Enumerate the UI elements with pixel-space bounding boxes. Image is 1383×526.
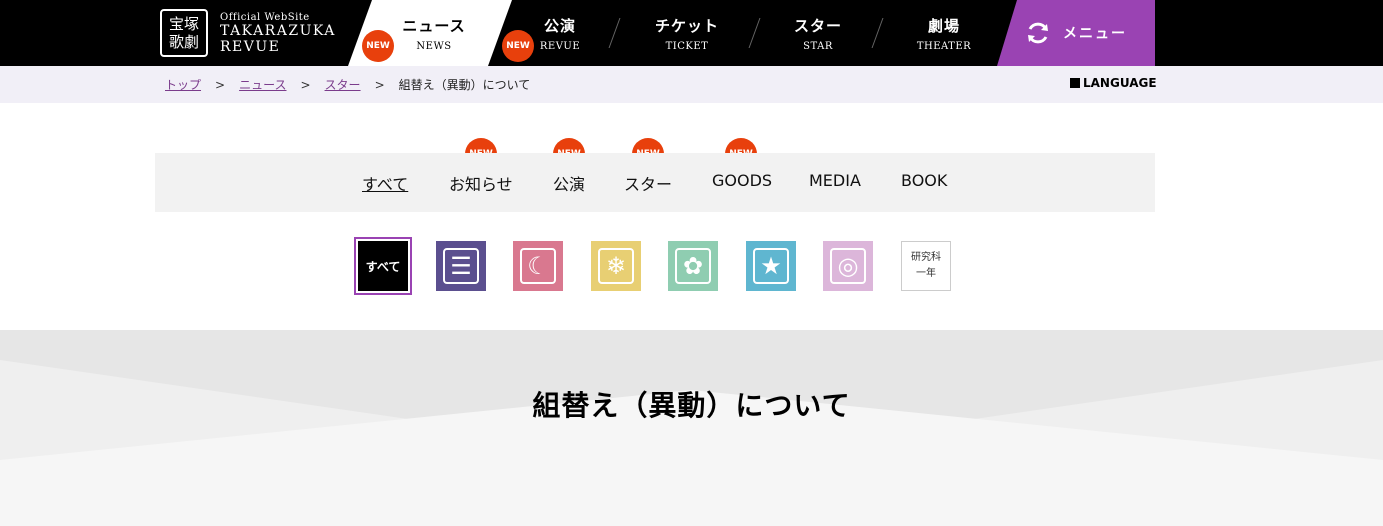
troupe-filter-hana[interactable]: ☰ bbox=[436, 241, 486, 291]
breadcrumb-bar: トップ > ニュース > スター > 組替え（異動）について LANGUAGE bbox=[0, 66, 1383, 103]
refresh-icon bbox=[1028, 22, 1048, 44]
logo-text: Official WebSite TAKARAZUKA REVUE bbox=[220, 12, 336, 55]
troupe-filter-kenkyu[interactable]: 研究科 一年 bbox=[901, 241, 951, 291]
nav-ticket-jp: チケット bbox=[654, 16, 719, 35]
category-tabs: すべて お知らせ 公演 スター GOODS MEDIA BOOK bbox=[155, 153, 1155, 212]
tab-notices[interactable]: お知らせ bbox=[449, 171, 513, 195]
hoshi-troupe-icon: ✿ bbox=[675, 248, 711, 284]
yuki-troupe-icon: ❄ bbox=[598, 248, 634, 284]
breadcrumb-news[interactable]: ニュース bbox=[239, 76, 286, 93]
chevron-down-icon bbox=[1070, 78, 1080, 88]
nav-separator bbox=[748, 18, 761, 48]
troupe-all-label: すべて bbox=[358, 241, 408, 291]
logo-title-line2: REVUE bbox=[220, 38, 281, 55]
breadcrumb-separator: > bbox=[300, 77, 311, 92]
new-badge: NEW bbox=[362, 30, 394, 62]
breadcrumb: トップ > ニュース > スター > 組替え（異動）について bbox=[165, 76, 530, 93]
logo-title-line1: TAKARAZUKA bbox=[220, 22, 336, 39]
troupe-filter-yuki[interactable]: ❄ bbox=[591, 241, 641, 291]
nav-item-news[interactable]: ニュース NEWS bbox=[392, 0, 476, 66]
nav-star-en: STAR bbox=[803, 40, 833, 52]
logo-mark-bottom: 歌劇 bbox=[168, 33, 199, 51]
tab-book[interactable]: BOOK bbox=[901, 171, 947, 190]
nav-revue-jp: 公演 bbox=[543, 16, 576, 35]
nav-item-ticket[interactable]: チケット TICKET bbox=[640, 0, 734, 66]
nav-item-star[interactable]: スター STAR bbox=[782, 0, 854, 66]
site-header: 宝塚 歌劇 Official WebSite TAKARAZUKA REVUE … bbox=[0, 0, 1383, 66]
hana-troupe-icon: ☰ bbox=[443, 248, 479, 284]
kenkyu-label-1: 研究科 bbox=[911, 252, 941, 263]
breadcrumb-separator: > bbox=[374, 77, 385, 92]
logo-mark-top: 宝塚 bbox=[168, 15, 199, 33]
troupe-filter-sora[interactable]: ★ bbox=[746, 241, 796, 291]
nav-item-revue[interactable]: 公演 REVUE bbox=[520, 0, 600, 66]
breadcrumb-separator: > bbox=[215, 77, 226, 92]
site-logo[interactable]: 宝塚 歌劇 Official WebSite TAKARAZUKA REVUE bbox=[160, 8, 336, 58]
breadcrumb-top[interactable]: トップ bbox=[165, 76, 201, 93]
troupe-filter-senka[interactable]: ◎ bbox=[823, 241, 873, 291]
nav-star-jp: スター bbox=[793, 16, 842, 35]
tab-goods[interactable]: GOODS bbox=[712, 171, 772, 190]
senka-icon: ◎ bbox=[830, 248, 866, 284]
nav-revue-en: REVUE bbox=[539, 40, 581, 52]
page-title: 組替え（異動）について bbox=[532, 389, 851, 422]
tsuki-troupe-icon: ☾ bbox=[520, 248, 556, 284]
tab-star[interactable]: スター bbox=[624, 171, 672, 195]
sora-troupe-icon: ★ bbox=[753, 248, 789, 284]
nav-theater-en: THEATER bbox=[916, 40, 972, 52]
logo-subtitle: Official WebSite bbox=[220, 11, 310, 23]
nav-separator bbox=[608, 18, 621, 48]
title-band bbox=[0, 330, 1383, 526]
language-selector[interactable]: LANGUAGE bbox=[1070, 76, 1157, 90]
nav-theater-jp: 劇場 bbox=[927, 16, 960, 35]
troupe-filter-tsuki[interactable]: ☾ bbox=[513, 241, 563, 291]
nav-news-jp: ニュース bbox=[402, 16, 466, 35]
menu-label: メニュー bbox=[1063, 26, 1127, 42]
nav-ticket-en: TICKET bbox=[665, 40, 709, 52]
kenkyu-label-2: 一年 bbox=[916, 268, 936, 279]
nav-separator bbox=[871, 18, 884, 48]
logo-mark: 宝塚 歌劇 bbox=[160, 9, 208, 57]
tab-all[interactable]: すべて bbox=[362, 171, 408, 195]
title-band-background bbox=[0, 330, 1383, 526]
menu-button[interactable]: メニュー bbox=[997, 0, 1155, 66]
new-badge: NEW bbox=[502, 30, 534, 62]
nav-news-en: NEWS bbox=[416, 40, 452, 52]
troupe-filter-hoshi[interactable]: ✿ bbox=[668, 241, 718, 291]
language-label: LANGUAGE bbox=[1083, 76, 1157, 90]
tab-media[interactable]: MEDIA bbox=[809, 171, 861, 190]
breadcrumb-star[interactable]: スター bbox=[325, 76, 361, 93]
tab-performances[interactable]: 公演 bbox=[553, 171, 585, 195]
nav-item-theater[interactable]: 劇場 THEATER bbox=[908, 0, 980, 66]
breadcrumb-current: 組替え（異動）について bbox=[398, 78, 531, 92]
troupe-filter-all[interactable]: すべて bbox=[354, 237, 412, 295]
